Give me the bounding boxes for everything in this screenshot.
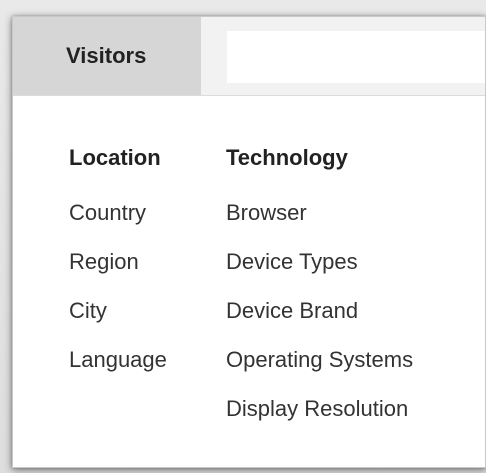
menu-item-browser[interactable]: Browser	[226, 200, 307, 226]
menu-columns: Location Country Region City Language Te…	[13, 96, 485, 467]
technology-heading: Technology	[226, 145, 348, 170]
menu-item-region[interactable]: Region	[69, 249, 139, 275]
menu-item-city[interactable]: City	[69, 298, 107, 324]
menu-item-device-brand[interactable]: Device Brand	[226, 298, 358, 324]
menu-top-bar: Visitors	[13, 17, 485, 96]
screenshot-frame: Visitors Location Country Region City La…	[0, 0, 486, 473]
menu-item-language[interactable]: Language	[69, 347, 167, 373]
location-heading: Location	[69, 145, 161, 170]
menu-item-operating-systems[interactable]: Operating Systems	[226, 347, 413, 373]
tab-visitors[interactable]: Visitors	[13, 17, 201, 95]
menu-item-device-types[interactable]: Device Types	[226, 249, 358, 275]
tab-visitors-label: Visitors	[66, 43, 147, 68]
visitors-menu-panel: Visitors Location Country Region City La…	[12, 16, 486, 468]
menu-item-display-resolution[interactable]: Display Resolution	[226, 396, 408, 422]
search-input[interactable]	[227, 31, 485, 83]
menu-item-country[interactable]: Country	[69, 200, 146, 226]
